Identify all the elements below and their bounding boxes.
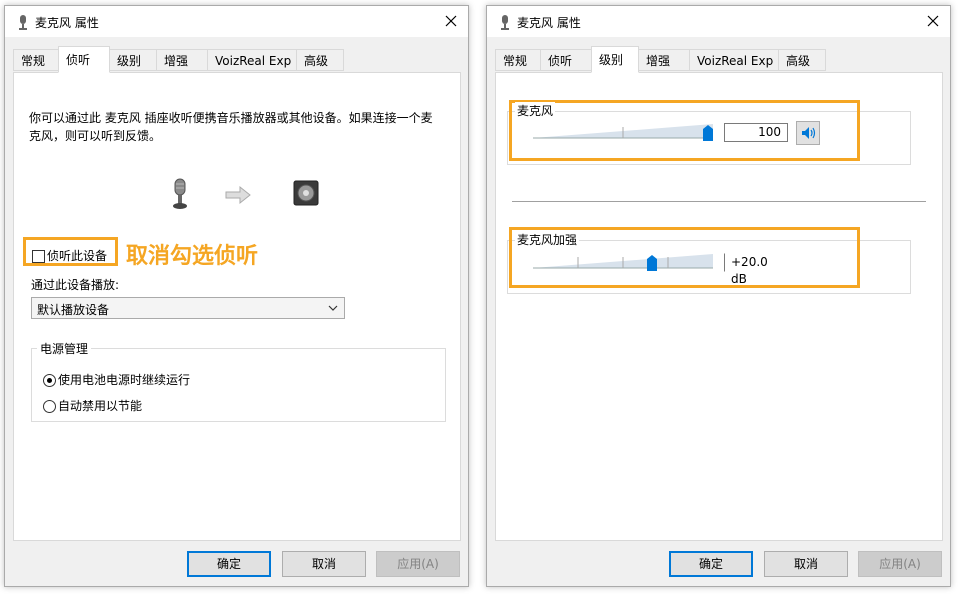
title-bar[interactable]: 麦克风 属性 [487,6,950,37]
title-bar[interactable]: 麦克风 属性 [5,6,468,37]
mic-boost-slider-thumb[interactable] [646,255,657,271]
microphone-device-icon [173,178,187,209]
close-icon[interactable] [442,12,460,30]
apply-button[interactable]: 应用(A) [858,551,942,577]
levels-panel: 麦克风 100 麦克风加强 +20.0 dB [495,72,943,541]
tab-advanced[interactable]: 高级 [778,49,826,71]
mic-level-label: 麦克风 [515,102,556,119]
continue-on-battery-label[interactable]: 使用电池电源时继续运行 [58,371,190,388]
power-management-label: 电源管理 [37,340,92,357]
microphone-icon [501,15,509,30]
tab-levels[interactable]: 级别 [109,49,157,71]
mic-properties-dialog-levels: 麦克风 属性 常规 侦听 级别 增强 VoizReal Exp 高级 麦克风 1… [486,5,951,587]
auto-disable-label[interactable]: 自动禁用以节能 [58,397,142,414]
listen-panel: 你可以通过此 麦克风 插座收听便携音乐播放器或其他设备。如果连接一个麦克风，则可… [13,72,461,541]
mic-properties-dialog-listen: 麦克风 属性 常规 侦听 级别 增强 VoizReal Exp 高级 你可以通过… [4,5,469,587]
mute-button[interactable] [796,121,820,145]
cancel-button[interactable]: 取消 [282,551,366,577]
playback-through-label: 通过此设备播放: [31,278,120,292]
listen-to-device-checkbox[interactable] [32,250,45,263]
window-title: 麦克风 属性 [35,16,99,30]
window-title: 麦克风 属性 [517,16,581,30]
mic-boost-label: 麦克风加强 [515,231,580,248]
section-divider [512,201,926,202]
close-icon[interactable] [924,12,942,30]
tab-levels[interactable]: 级别 [591,46,639,73]
ok-button[interactable]: 确定 [669,551,753,577]
playback-device-select[interactable]: 默认播放设备 [31,297,345,319]
tab-voizreal[interactable]: VoizReal Exp [207,49,297,71]
radio-continue-on-battery[interactable] [43,374,56,387]
mic-boost-slider[interactable] [533,251,713,271]
speaker-device-icon [293,180,319,206]
tab-listen[interactable]: 侦听 [58,46,110,73]
arrow-right-icon [225,185,251,205]
radio-auto-disable[interactable] [43,400,56,413]
mic-level-value[interactable]: 100 [724,123,788,142]
apply-button[interactable]: 应用(A) [376,551,460,577]
microphone-icon [19,15,27,30]
tab-general[interactable]: 常规 [13,49,59,71]
listen-to-device-label[interactable]: 侦听此设备 [47,247,107,264]
annotation-uncheck-listen: 取消勾选侦听 [126,244,259,269]
mic-level-slider[interactable] [533,121,713,141]
tab-enhancements[interactable]: 增强 [156,49,208,71]
cancel-button[interactable]: 取消 [764,551,848,577]
tab-general[interactable]: 常规 [495,49,541,71]
mic-boost-value[interactable]: +20.0 dB [724,253,786,286]
speaker-icon [802,127,816,139]
chevron-down-icon [328,305,338,311]
mic-slider-thumb[interactable] [703,125,713,141]
tab-advanced[interactable]: 高级 [296,49,344,71]
tab-listen[interactable]: 侦听 [540,49,592,71]
ok-button[interactable]: 确定 [187,551,271,577]
tab-enhancements[interactable]: 增强 [638,49,690,71]
tab-voizreal[interactable]: VoizReal Exp [689,49,779,71]
playback-device-value: 默认播放设备 [37,303,110,317]
listen-description: 你可以通过此 麦克风 插座收听便携音乐播放器或其他设备。如果连接一个麦克风，则可… [29,111,433,143]
